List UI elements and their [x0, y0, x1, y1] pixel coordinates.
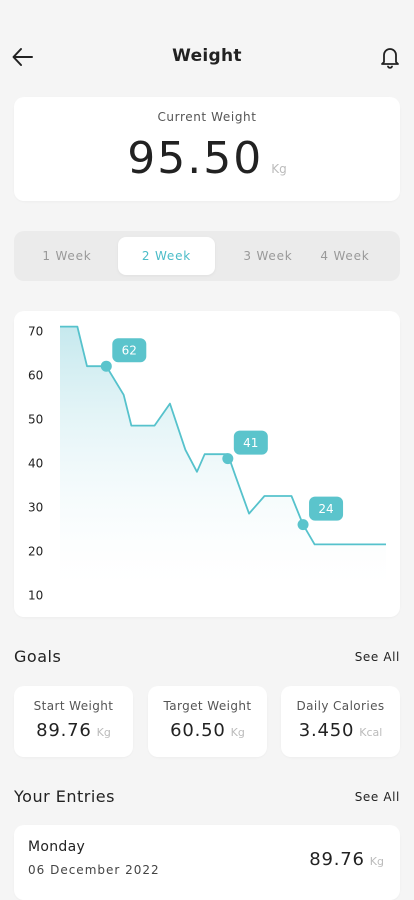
notifications-button[interactable] — [378, 44, 402, 70]
page-title: Weight — [172, 46, 242, 66]
weight-line-chart: 70 60 50 40 30 20 10 62 41 24 — [28, 325, 386, 603]
tab-1-week[interactable]: 1 Week — [20, 237, 114, 275]
y-tick-label: 50 — [28, 413, 43, 427]
current-weight-unit: Kg — [271, 162, 287, 176]
goal-unit: Kg — [96, 726, 111, 739]
goal-label: Target Weight — [163, 699, 252, 713]
entry-date: 06 December 2022 — [28, 863, 160, 877]
goals-see-all-link[interactable]: See All — [355, 650, 400, 664]
entry-value: 89.76 — [309, 849, 365, 870]
period-tabs: 1 Week 2 Week 3 Week 4 Week — [14, 231, 400, 281]
y-tick-label: 70 — [28, 325, 43, 339]
y-tick-label: 10 — [28, 589, 43, 603]
goal-value: 89.76 — [36, 720, 92, 741]
data-point-marker — [100, 360, 112, 372]
goal-card-target-weight[interactable]: Target Weight 60.50 Kg — [148, 686, 267, 757]
header: Weight — [0, 36, 414, 80]
entry-unit: Kg — [369, 855, 384, 868]
value-badge-label: 62 — [122, 344, 137, 358]
goal-card-daily-calories[interactable]: Daily Calories 3.450 Kcal — [281, 686, 400, 757]
entry-card[interactable]: Monday 06 December 2022 89.76 Kg — [14, 825, 400, 900]
value-badge-label: 41 — [243, 436, 258, 450]
value-badge-label: 24 — [318, 502, 333, 516]
goal-label: Daily Calories — [296, 699, 385, 713]
goal-value: 60.50 — [170, 720, 226, 741]
entry-day: Monday — [28, 839, 86, 855]
tab-2-week[interactable]: 2 Week — [118, 237, 215, 275]
goal-unit: Kcal — [359, 726, 383, 739]
y-tick-label: 30 — [28, 501, 43, 515]
goal-unit: Kg — [230, 726, 245, 739]
data-point-marker — [297, 519, 309, 531]
tab-4-week[interactable]: 4 Week — [310, 237, 380, 275]
goal-value: 3.450 — [298, 720, 355, 741]
y-tick-label: 20 — [28, 545, 43, 559]
current-weight-label: Current Weight — [157, 110, 257, 124]
current-weight-value: 95.50 — [127, 133, 264, 184]
y-tick-label: 40 — [28, 457, 43, 471]
current-weight-card: Current Weight 95.50 Kg — [14, 97, 400, 201]
entries-title: Your Entries — [14, 787, 115, 806]
goals-title: Goals — [14, 647, 62, 666]
bell-icon — [381, 48, 399, 69]
weight-chart-card: 70 60 50 40 30 20 10 62 41 24 — [14, 311, 400, 617]
goal-label: Start Weight — [33, 699, 114, 713]
goal-card-start-weight[interactable]: Start Weight 89.76 Kg — [14, 686, 133, 757]
data-point-marker — [222, 453, 234, 465]
tab-3-week[interactable]: 3 Week — [223, 237, 313, 275]
y-tick-label: 60 — [28, 369, 43, 383]
entries-see-all-link[interactable]: See All — [355, 790, 400, 804]
